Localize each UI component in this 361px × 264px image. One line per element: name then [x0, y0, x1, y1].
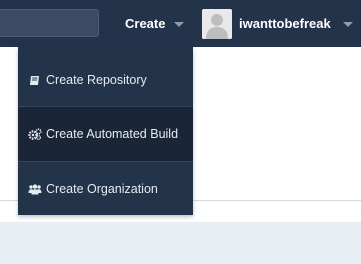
menu-item-create-organization[interactable]: Create Organization — [18, 162, 193, 216]
create-dropdown-menu: Create Repository Create Automated Build — [18, 47, 193, 215]
top-navbar: Create iwanttobefreak — [0, 0, 361, 47]
book-icon — [28, 73, 42, 87]
create-dropdown-button[interactable]: Create — [118, 0, 192, 47]
menu-item-label: Create Repository — [46, 73, 147, 87]
username: iwanttobefreak — [239, 16, 331, 31]
search-input[interactable] — [0, 9, 99, 37]
create-label: Create — [125, 16, 166, 31]
chevron-down-icon — [174, 21, 185, 27]
menu-item-create-automated-build[interactable]: Create Automated Build — [18, 107, 193, 161]
menu-item-label: Create Organization — [46, 182, 158, 196]
chevron-down-icon — [342, 21, 353, 27]
user-silhouette-icon — [202, 8, 232, 39]
avatar — [202, 8, 232, 39]
menu-item-create-repository[interactable]: Create Repository — [18, 53, 193, 107]
user-menu-button[interactable]: iwanttobefreak — [200, 0, 361, 47]
menu-item-label: Create Automated Build — [46, 127, 179, 141]
users-icon — [28, 182, 42, 196]
gears-icon — [28, 127, 42, 141]
content-band — [0, 222, 361, 264]
